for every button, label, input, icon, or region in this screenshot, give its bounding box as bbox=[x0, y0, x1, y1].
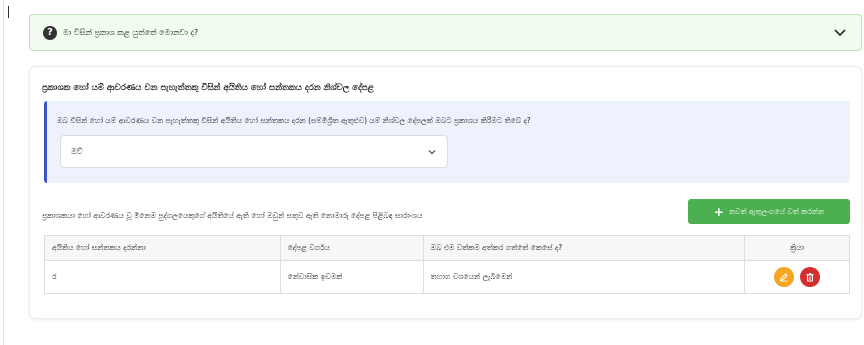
question-panel: ඔබ විසින් හෝ යම් ආවරණය වන පැහැත්තකු විසි… bbox=[44, 101, 850, 183]
edit-icon bbox=[779, 273, 788, 282]
question-text: ඔබ විසින් හෝ යම් ආවරණය වන පැහැත්තකු විසි… bbox=[57, 116, 531, 125]
delete-button[interactable] bbox=[800, 267, 821, 287]
yes-no-select[interactable]: ඔව් bbox=[60, 135, 448, 168]
trash-icon bbox=[806, 273, 814, 282]
cell-type: නේවාසික ඉඩමක් bbox=[279, 260, 424, 294]
edit-button[interactable] bbox=[773, 267, 794, 287]
cell-holder: ර bbox=[44, 260, 281, 294]
chevron-down-icon[interactable] bbox=[833, 25, 847, 39]
left-divider bbox=[3, 0, 4, 345]
table-header-row: අයිතිය හෝ සන්තකය දරන්නා දේපළ වර්ගය ඔබ එම… bbox=[44, 235, 850, 261]
summary-title: ප්‍රකාශකයා හෝ ආවරණය වූ මිනෙම පුද්ගලයෙකුග… bbox=[42, 211, 423, 220]
select-value: ඔව් bbox=[71, 146, 83, 156]
text-cursor bbox=[8, 6, 9, 18]
cell-acquired: තහාග වශයෙන් ලැබීමෙන් bbox=[422, 260, 746, 294]
section-title: ප්‍රකාශක හෝ යම් ආවරණය වන පැහැත්තකු විසින… bbox=[42, 83, 374, 93]
header-acquired: ඔබ එම වත්කම අත්කර ගත්තේ කෙසේ ද? bbox=[422, 235, 746, 261]
question-circle-icon: ? bbox=[43, 25, 57, 40]
chevron-down-icon bbox=[428, 150, 436, 155]
header-holder: අයිතිය හෝ සන්තකය දරන්නා bbox=[44, 235, 281, 261]
add-button-label: නවත් ඇතුලංගයේ වත් කරන්න bbox=[728, 206, 825, 216]
faq-accordion[interactable]: ? මා විසින් ප්‍රකාශ කළ යුත්තේ මොනවා ද? bbox=[29, 14, 862, 51]
plus-icon: + bbox=[713, 204, 724, 219]
faq-question: මා විසින් ප්‍රකාශ කළ යුත්තේ මොනවා ද? bbox=[63, 27, 199, 37]
header-type: දේපළ වර්ගය bbox=[279, 235, 424, 261]
property-table: අයිතිය හෝ සන්තකය දරන්නා දේපළ වර්ගය ඔබ එම… bbox=[44, 235, 850, 294]
immovable-property-card: ප්‍රකාශක හෝ යම් ආවරණය වන පැහැත්තකු විසින… bbox=[29, 66, 862, 319]
cell-actions bbox=[744, 260, 850, 294]
table-row: ර නේවාසික ඉඩමක් තහාග වශයෙන් ලැබීමෙන් bbox=[44, 260, 850, 294]
add-property-button[interactable]: + නවත් ඇතුලංගයේ වත් කරන්න bbox=[688, 199, 850, 224]
header-actions: ක්‍රියා bbox=[744, 235, 850, 261]
